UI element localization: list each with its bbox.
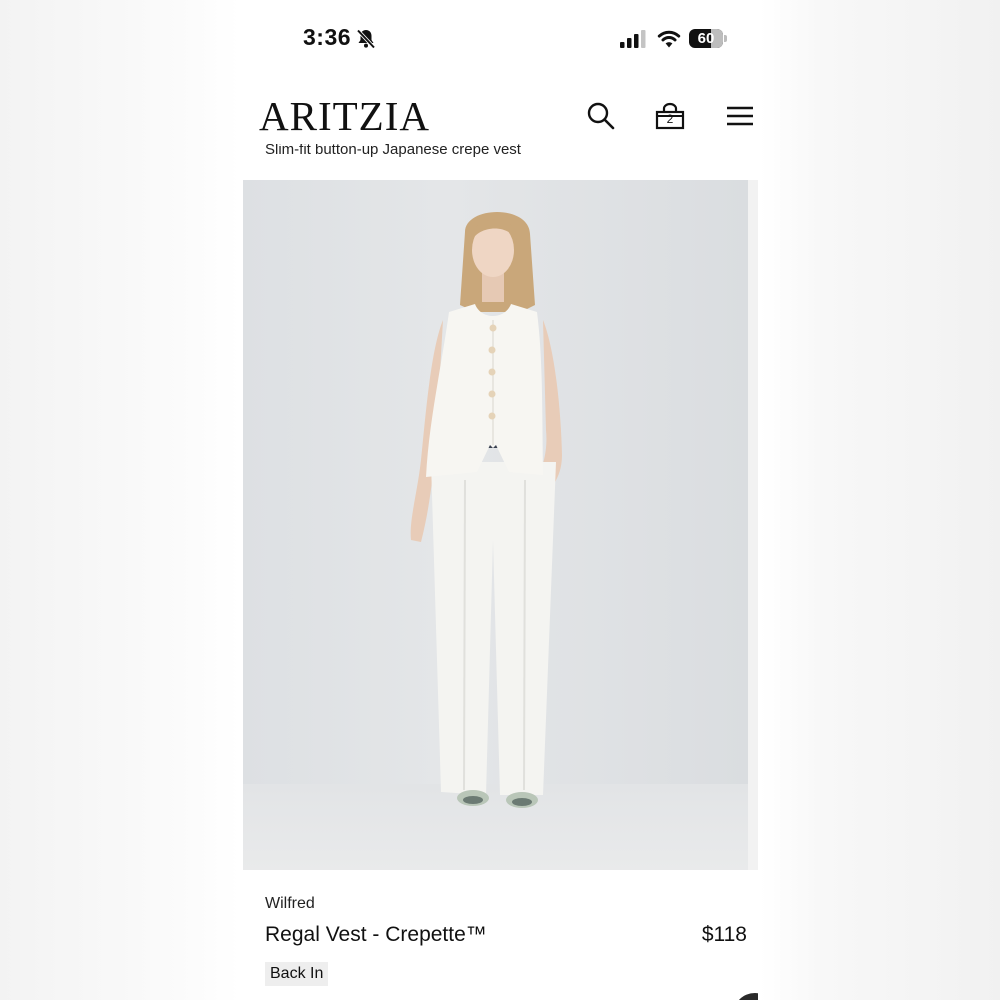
battery-level: 60	[697, 30, 715, 47]
battery-icon: 60	[689, 29, 723, 48]
status-time: 3:36	[303, 24, 352, 50]
wifi-icon	[657, 30, 681, 48]
cellular-signal-icon	[620, 30, 646, 48]
product-price: $118	[701, 923, 747, 946]
product-brand[interactable]: Wilfred	[265, 895, 315, 913]
hamburger-menu-icon[interactable]	[724, 100, 756, 132]
floating-button[interactable]	[733, 993, 758, 1000]
image-edge	[748, 180, 758, 870]
search-icon[interactable]	[585, 100, 617, 132]
bag-count: 2	[666, 112, 674, 126]
aritzia-logo[interactable]: ARITZIA	[259, 92, 430, 140]
battery-cap	[724, 35, 727, 42]
phone-screen: 3:36 60 ARITZIA 2 Slim-fit button-up Jap…	[243, 0, 758, 1000]
product-subtitle: Slim-fit button-up Japanese crepe vest	[265, 144, 745, 162]
product-image[interactable]	[243, 180, 748, 870]
product-name[interactable]: Regal Vest - Crepette™	[265, 923, 487, 947]
model-photo	[410, 212, 562, 808]
status-badge: Back In	[265, 962, 329, 986]
product-subtitle-text: Slim-fit button-up Japanese crepe vest	[265, 144, 521, 158]
bell-slash-icon	[356, 29, 376, 49]
